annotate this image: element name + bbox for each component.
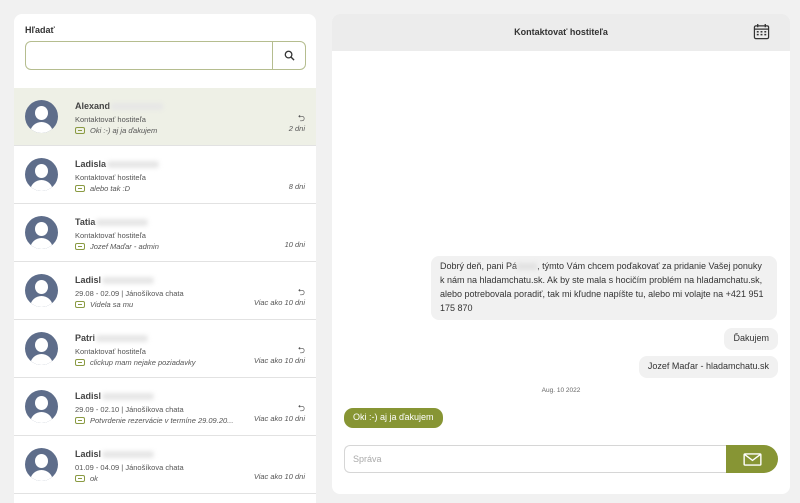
envelope-icon (742, 452, 762, 466)
conversation-preview: ok (75, 474, 98, 483)
conversation-item[interactable]: Patri Kontaktovať hostiteľa clickup mam ne… (14, 320, 316, 378)
redacted-surname (102, 451, 155, 459)
conversation-time: Viac ako 10 dni (253, 472, 305, 481)
conversation-name: Tatia (75, 217, 149, 227)
conversation-subject: 29.09 - 02.10 | Jánošíkova chata (75, 405, 184, 414)
redacted-surname (96, 335, 149, 343)
conversation-time: Viac ako 10 dni (253, 356, 305, 365)
message-incoming-thanks: Ďakujem (724, 328, 778, 350)
conversation-name: Ladisla (75, 159, 160, 169)
conversation-item[interactable]: Ladisl 01.09 - 04.09 | Jánošíkova chata ok… (14, 436, 316, 494)
message-outgoing: Oki :-) aj ja ďakujem (344, 408, 443, 428)
conversation-subject: Kontaktovať hostiteľa (75, 173, 146, 182)
conversation-preview: Jozef Maďar - admin (75, 242, 159, 251)
avatar (25, 390, 58, 423)
message-icon (75, 359, 85, 366)
redacted-surname (107, 161, 160, 169)
message-icon (75, 301, 85, 308)
message-text-part1: Dobrý deň, pani Pá (440, 261, 518, 271)
search-label: Hľadať (25, 25, 55, 35)
conversation-time: Viac ako 10 dni (253, 298, 305, 307)
calendar-icon[interactable] (753, 23, 770, 40)
chat-title: Kontaktovať hostiteľa (514, 27, 608, 37)
avatar (25, 274, 58, 307)
conversation-subject: 29.08 - 02.09 | Jánošíkova chata (75, 289, 184, 298)
search-button[interactable] (272, 42, 305, 69)
conversation-item[interactable]: Ladisla Kontaktovať hostiteľa alebo tak :D… (14, 146, 316, 204)
message-incoming-welcome: Dobrý deň, pani Pá, týmto Vám chcem poďa… (431, 256, 777, 320)
message-icon (75, 185, 85, 192)
avatar (25, 332, 58, 365)
message-icon (75, 417, 85, 424)
send-button[interactable] (726, 445, 778, 473)
message-icon (75, 127, 85, 134)
search-box (25, 41, 306, 70)
avatar (25, 100, 58, 133)
conversation-time: Viac ako 10 dni (253, 414, 305, 423)
avatar (25, 216, 58, 249)
compose-bar (344, 445, 778, 473)
conversation-item[interactable]: Ladisl 29.09 - 02.10 | Jánošíkova chata Po… (14, 378, 316, 436)
conversation-name: Patri (75, 333, 149, 343)
conversation-subject: Kontaktovať hostiteľa (75, 231, 146, 240)
chat-header: Kontaktovať hostiteľa (332, 14, 790, 51)
conversation-preview: Videla sa mu (75, 300, 133, 309)
conversation-name: Ladisl (75, 449, 155, 459)
conversation-time: 2 dni (288, 124, 305, 133)
conversation-name: Alexand (75, 101, 164, 111)
conversation-preview: Oki :-) aj ja ďakujem (75, 126, 157, 135)
message-input[interactable] (344, 445, 730, 473)
search-input[interactable] (32, 47, 272, 65)
chat-panel: Kontaktovať hostiteľa Dobrý deň, pani Pá… (332, 14, 790, 494)
conversation-item[interactable]: Tatia Kontaktovať hostiteľa Jozef Maďar - … (14, 204, 316, 262)
conversation-preview: clickup mam nejake poziadavky (75, 358, 195, 367)
avatar (25, 448, 58, 481)
conversation-item[interactable]: Alexand Kontaktovať hostiteľa Oki :-) aj j… (14, 88, 316, 146)
conversation-subject: 01.09 - 04.09 | Jánošíkova chata (75, 463, 184, 472)
message-icon (75, 243, 85, 250)
conversation-list: Alexand Kontaktovať hostiteľa Oki :-) aj j… (14, 88, 316, 494)
redacted-surname (111, 103, 164, 111)
conversation-time: 10 dni (284, 240, 305, 249)
redacted-surname (102, 277, 155, 285)
redacted-name (517, 263, 538, 271)
conversation-panel: Hľadať Alexand Kontaktovať hostiteľa Oki :… (14, 14, 316, 503)
message-icon (75, 475, 85, 482)
message-incoming-signature: Jozef Maďar - hladamchatu.sk (638, 356, 778, 378)
redacted-surname (96, 219, 149, 227)
redacted-surname (102, 393, 155, 401)
conversation-subject: Kontaktovať hostiteľa (75, 347, 146, 356)
date-separator: Aug. 10 2022 (541, 387, 581, 394)
conversation-time: 8 dni (288, 182, 305, 191)
avatar (25, 158, 58, 191)
conversation-item[interactable]: Ladisl 29.08 - 02.09 | Jánošíkova chata Vi… (14, 262, 316, 320)
search-icon (284, 50, 295, 61)
conversation-preview: Potvrdenie rezervácie v termíne 29.09.20… (75, 416, 233, 425)
conversation-subject: Kontaktovať hostiteľa (75, 115, 146, 124)
conversation-preview: alebo tak :D (75, 184, 130, 193)
conversation-name: Ladisl (75, 275, 155, 285)
conversation-name: Ladisl (75, 391, 155, 401)
